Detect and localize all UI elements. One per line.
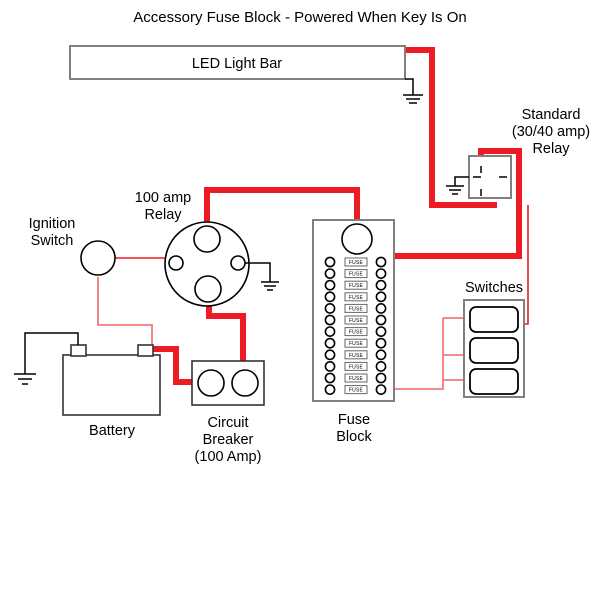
fuse-terminal-left (324, 268, 336, 279)
wire-relay-to-fuseblock (393, 205, 522, 259)
circuit-breaker-label-line1: Circuit (207, 415, 248, 431)
fuse-terminal-right (375, 326, 387, 337)
led-light-bar-ground-icon (403, 78, 423, 104)
fuse-terminal-right (375, 360, 387, 372)
fuse-terminal-left (324, 314, 336, 326)
fuse-terminal-left (324, 360, 336, 372)
fuse-block-label-line2: Block (336, 429, 372, 445)
fuse-block-label-line1: Fuse (338, 412, 370, 428)
fuse-terminal-right (375, 349, 387, 361)
wiring-diagram: Accessory Fuse Block - Powered When Key … (0, 0, 600, 600)
battery-label: Battery (89, 423, 136, 439)
fuse-slot-label: FUSE (349, 388, 364, 394)
diagram-canvas: Accessory Fuse Block - Powered When Key … (14, 9, 590, 465)
fuse-terminal-right (375, 291, 387, 303)
fuse-terminal-right (375, 268, 387, 279)
amp-relay-terminal-top (193, 225, 221, 253)
amp-relay-ground-icon (245, 262, 279, 291)
fuse-terminal-left (324, 372, 336, 384)
battery-terminal-negative (70, 344, 87, 357)
fuse-terminal-left (324, 349, 336, 361)
fuse-terminal-left (324, 384, 336, 395)
amp-relay-terminal-right (230, 255, 246, 271)
amp-relay-label-line2: Relay (144, 207, 182, 223)
fuse-slot-label: FUSE (349, 376, 364, 382)
switches-label: Switches (465, 280, 523, 296)
diagram-title: Accessory Fuse Block - Powered When Key … (133, 9, 466, 26)
fuse-terminal-right (375, 279, 387, 291)
fuse-terminal-left (324, 279, 336, 291)
fuse-terminal-right (375, 256, 387, 268)
amp-relay-terminal-left (168, 255, 184, 271)
switch-rocker[interactable] (469, 306, 519, 333)
amp-relay-label-line1: 100 amp (135, 190, 191, 206)
fuse-terminal-right (375, 384, 387, 395)
led-light-bar-label: LED Light Bar (192, 56, 282, 72)
standard-relay-label-line1: Standard (522, 107, 581, 123)
circuit-breaker-terminal-right (231, 369, 259, 397)
fuse-terminal-right (375, 337, 387, 349)
fuse-slot-label: FUSE (349, 341, 364, 347)
fuse-terminal-right (375, 314, 387, 326)
fuse-slot-label: FUSE (349, 283, 364, 289)
fuse-terminal-left (324, 337, 336, 349)
fuse-terminal-right (375, 372, 387, 384)
fuse-slot-label: FUSE (349, 318, 364, 324)
circuit-breaker-terminal-left (197, 369, 225, 397)
fuse-terminal-left (324, 326, 336, 337)
fuse-terminal-left (324, 256, 336, 268)
ignition-switch-label-line2: Switch (31, 233, 74, 249)
fuse-slot-label: FUSE (349, 260, 364, 266)
standard-relay-ground-icon (446, 176, 469, 195)
ignition-switch-label-line1: Ignition (29, 216, 76, 232)
battery-terminal-positive (137, 344, 154, 357)
fuse-terminal-right (375, 302, 387, 314)
amp-relay-terminal-bottom (194, 275, 222, 303)
fuse-slot-label: FUSE (349, 295, 364, 301)
switch-rocker[interactable] (469, 337, 519, 364)
fuse-terminal-left (324, 302, 336, 314)
fuse-block-main-terminal (341, 223, 373, 255)
circuit-breaker-label-line3: (100 Amp) (195, 449, 262, 465)
wire-fuseblock-to-switches (389, 318, 444, 390)
fuse-slot-label: FUSE (349, 364, 364, 370)
fuse-slot-label: FUSE (349, 306, 364, 312)
battery-body (62, 354, 161, 416)
switch-rocker[interactable] (469, 368, 519, 395)
circuit-breaker-label-line2: Breaker (203, 432, 254, 448)
fuse-terminal-left (324, 291, 336, 303)
fuse-slot-label: FUSE (349, 272, 364, 278)
standard-relay-label-line3: Relay (532, 141, 570, 157)
ignition-switch-body[interactable] (80, 240, 116, 276)
fuse-slot-label: FUSE (349, 353, 364, 359)
wire-ignition-to-battery (97, 277, 153, 345)
fuse-slot-label: FUSE (349, 330, 364, 336)
switch-list (469, 306, 519, 395)
standard-relay-label-line2: (30/40 amp) (512, 124, 590, 140)
